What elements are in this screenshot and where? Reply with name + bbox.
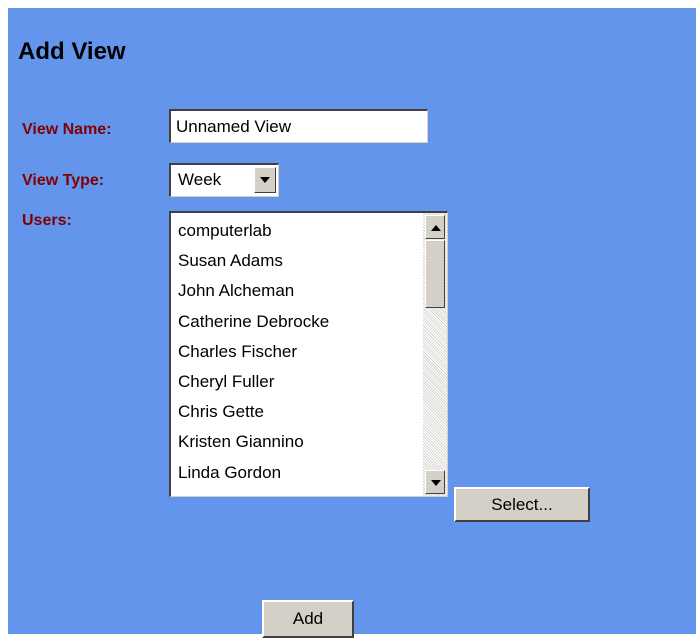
- users-listbox[interactable]: computerlab Susan Adams John Alcheman Ca…: [169, 211, 448, 497]
- users-scrollbar[interactable]: [423, 213, 447, 496]
- list-item[interactable]: Lilia Gutierrez-Currie: [178, 488, 418, 496]
- page-title: Add View: [18, 38, 126, 65]
- view-type-dropdown-button[interactable]: [254, 167, 276, 193]
- add-view-panel: Add View View Name: View Type: Week User…: [8, 8, 696, 638]
- list-item[interactable]: John Alcheman: [178, 276, 418, 306]
- list-item[interactable]: Kristen Giannino: [178, 427, 418, 457]
- scroll-down-button[interactable]: [425, 470, 445, 494]
- view-type-label: View Type:: [22, 172, 105, 189]
- view-name-input[interactable]: [169, 109, 428, 143]
- list-item[interactable]: Chris Gette: [178, 397, 418, 427]
- select-button[interactable]: Select...: [454, 487, 590, 522]
- arrow-down-icon: [431, 480, 441, 486]
- list-item[interactable]: Catherine Debrocke: [178, 307, 418, 337]
- add-button[interactable]: Add: [262, 600, 354, 638]
- scroll-up-button[interactable]: [425, 215, 445, 239]
- list-item[interactable]: Charles Fischer: [178, 337, 418, 367]
- list-item[interactable]: Cheryl Fuller: [178, 367, 418, 397]
- chevron-down-icon: [260, 177, 270, 183]
- view-name-label: View Name:: [22, 121, 112, 138]
- list-item[interactable]: Linda Gordon: [178, 458, 418, 488]
- arrow-up-icon: [431, 225, 441, 231]
- list-item[interactable]: Susan Adams: [178, 246, 418, 276]
- scrollbar-thumb[interactable]: [425, 240, 445, 308]
- list-item[interactable]: computerlab: [178, 216, 418, 246]
- view-type-value: Week: [178, 170, 222, 189]
- users-label: Users:: [22, 212, 72, 229]
- users-list: computerlab Susan Adams John Alcheman Ca…: [178, 216, 418, 496]
- view-type-select[interactable]: Week: [169, 163, 279, 197]
